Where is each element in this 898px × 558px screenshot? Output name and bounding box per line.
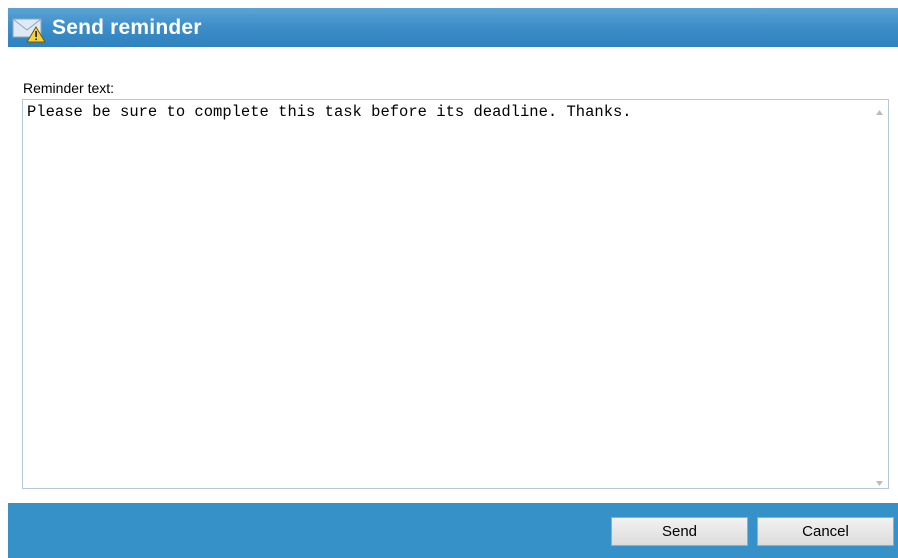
vertical-scrollbar[interactable] bbox=[871, 100, 888, 488]
dialog-content: Reminder text: Please be sure to complet… bbox=[8, 47, 898, 501]
envelope-warning-icon bbox=[12, 13, 46, 43]
reminder-text-field-wrapper: Please be sure to complete this task bef… bbox=[22, 99, 889, 489]
reminder-text-input[interactable]: Please be sure to complete this task bef… bbox=[23, 100, 871, 488]
scroll-down-icon[interactable] bbox=[875, 475, 884, 486]
dialog-footer: Send Cancel bbox=[8, 503, 898, 558]
reminder-text-label: Reminder text: bbox=[23, 80, 115, 96]
dialog-title: Send reminder bbox=[52, 15, 202, 39]
dialog-titlebar: Send reminder bbox=[8, 8, 898, 47]
scroll-up-icon[interactable] bbox=[875, 104, 884, 115]
send-button[interactable]: Send bbox=[611, 517, 748, 546]
send-reminder-dialog: Send reminder Reminder text: Please be s… bbox=[8, 8, 898, 558]
cancel-button[interactable]: Cancel bbox=[757, 517, 894, 546]
